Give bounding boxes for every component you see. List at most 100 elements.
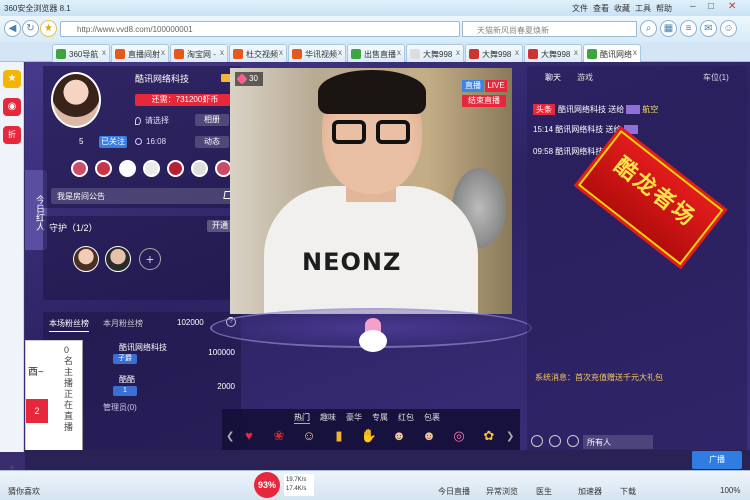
guess-like-link[interactable]: 猜你喜欢 <box>8 486 40 497</box>
audience-select[interactable]: 所有人 <box>583 435 653 449</box>
medal-icon[interactable] <box>71 160 88 177</box>
address-bar[interactable]: http://www.vvd8.com/100000001 <box>60 21 460 37</box>
location[interactable]: 请选择 <box>135 115 169 126</box>
tab-dawu-3[interactable]: 大舞998 x <box>524 44 582 62</box>
beer-gift-icon[interactable]: ▮ <box>328 425 350 447</box>
medal-icon[interactable] <box>119 160 136 177</box>
guard-avatar[interactable] <box>73 246 99 272</box>
maximize-icon[interactable]: □ <box>708 1 714 12</box>
tab-close-icon[interactable]: x <box>338 48 342 57</box>
zoom-level[interactable]: 100% <box>720 486 740 495</box>
menu-help[interactable]: 帮助 <box>656 3 672 14</box>
tab-dawu-2[interactable]: 大舞998 x <box>465 44 523 62</box>
tab-kuxun-active[interactable]: 酷讯网络 x <box>583 44 641 62</box>
tab-close-icon[interactable]: x <box>102 48 106 57</box>
extension-icon[interactable]: ▦ <box>660 20 677 37</box>
back-icon[interactable]: ◀ <box>4 20 21 37</box>
rank-name[interactable]: 酷讯网络科技 <box>119 342 167 353</box>
tab-dawu-1[interactable]: 大舞998 x <box>406 44 464 62</box>
add-guard-icon[interactable]: + <box>139 248 161 270</box>
menu-view[interactable]: 查看 <box>593 3 609 14</box>
image-icon[interactable] <box>567 435 579 447</box>
gift-next-icon[interactable]: ❯ <box>506 431 514 442</box>
gift-tab-package[interactable]: 包裹 <box>424 412 440 423</box>
refresh-icon[interactable]: ↻ <box>22 20 39 37</box>
menu-file[interactable]: 文件 <box>572 3 588 14</box>
status-download[interactable]: 下载 <box>620 486 636 497</box>
gift-tab-fun[interactable]: 趣味 <box>320 412 336 423</box>
chat-tab-chat[interactable]: 聊天 <box>545 72 561 83</box>
status-accelerator[interactable]: 加速器 <box>578 486 602 497</box>
browser-statusbar: 猜你喜欢 今日直播 异常浏览 医生 加速器 下载 100% <box>0 470 750 500</box>
medal-icon[interactable] <box>143 160 160 177</box>
tab-taobao[interactable]: 淘宝网 - x <box>170 44 228 62</box>
weibo-icon[interactable]: ◉ <box>3 98 21 116</box>
tab-close-icon[interactable]: x <box>397 48 401 57</box>
popup-red-button[interactable]: 2 <box>26 399 48 423</box>
heart-gift-icon[interactable]: ♥ <box>238 425 260 447</box>
tab-sale-live[interactable]: 出售直播 x <box>347 44 405 62</box>
end-live-button[interactable]: 结束直播 <box>462 95 506 107</box>
live-video[interactable]: NEONZ 30 直播 LIVE 结束直播 <box>230 68 512 314</box>
tab-close-icon[interactable]: x <box>515 48 519 57</box>
chat-tab-parking[interactable]: 车位(1) <box>703 72 729 83</box>
search-icon[interactable]: ⌕ <box>640 20 657 37</box>
medal-icon[interactable] <box>167 160 184 177</box>
tab-month-rank[interactable]: 本月粉丝榜 <box>103 318 143 329</box>
status-doctor[interactable]: 医生 <box>536 486 552 497</box>
tab-close-icon[interactable]: x <box>279 48 283 57</box>
rose-gift-icon[interactable]: ❀ <box>268 425 290 447</box>
gift-prev-icon[interactable]: ❮ <box>226 431 234 442</box>
menu-tools[interactable]: 工具 <box>635 3 651 14</box>
memory-badge[interactable]: 93% <box>254 472 280 498</box>
follow-button[interactable]: 已关注 <box>99 136 127 148</box>
diamond-icon[interactable] <box>549 435 561 447</box>
lollipop-gift-icon[interactable]: ◎ <box>448 425 470 447</box>
tab-this-show-rank[interactable]: 本场粉丝榜 <box>49 318 89 332</box>
menu-favorites[interactable]: 收藏 <box>614 3 630 14</box>
tab-close-icon[interactable]: x <box>456 48 460 57</box>
host-avatar[interactable] <box>51 72 101 128</box>
medal-icon[interactable] <box>191 160 208 177</box>
hand-gift-icon[interactable]: ✋ <box>358 425 380 447</box>
chat-tab-game[interactable]: 游戏 <box>577 72 593 83</box>
list-icon[interactable]: ≡ <box>680 20 697 37</box>
gift-tab-hot[interactable]: 热门 <box>294 412 310 424</box>
tab-close-icon[interactable]: x <box>633 48 637 57</box>
medal-icon[interactable] <box>95 160 112 177</box>
tab-live-room[interactable]: 直播间射 x <box>111 44 169 62</box>
tab-social-video[interactable]: 杜交视频 x <box>229 44 287 62</box>
tab-favicon-icon <box>469 49 479 59</box>
tab-360-nav[interactable]: 360导航 x <box>52 44 110 62</box>
gift-tab-exclusive[interactable]: 专属 <box>372 412 388 423</box>
emoji-icon[interactable] <box>531 435 543 447</box>
wheat-gift-icon[interactable]: ✿ <box>478 425 500 447</box>
minimize-icon[interactable]: – <box>690 1 696 12</box>
discount-icon[interactable]: 折 <box>3 126 21 144</box>
gift-tab-luxury[interactable]: 豪华 <box>346 412 362 423</box>
kiss-gift-icon[interactable]: ☻ <box>388 425 410 447</box>
face-gift-icon[interactable]: ☺ <box>298 425 320 447</box>
couple-gift-icon[interactable]: ☻ <box>418 425 440 447</box>
guard-avatar[interactable] <box>105 246 131 272</box>
gift-tab-redpack[interactable]: 红包 <box>398 412 414 423</box>
tab-close-icon[interactable]: x <box>574 48 578 57</box>
status-live-today[interactable]: 今日直播 <box>438 486 470 497</box>
search-input[interactable]: 天猫新风尚春夏焕新 <box>462 21 637 37</box>
dynamic-button[interactable]: 动态 <box>195 136 229 148</box>
album-button[interactable]: 相册 <box>195 114 229 126</box>
tab-close-icon[interactable]: x <box>220 48 224 57</box>
user-icon[interactable]: ☺ <box>720 20 737 37</box>
broadcast-button[interactable]: 广播 <box>692 451 742 469</box>
room-notice[interactable]: 我是房间公告 <box>51 188 237 204</box>
close-icon[interactable]: ✕ <box>728 1 736 12</box>
rank-name[interactable]: 酷酷 <box>119 374 135 385</box>
tab-huaxun-video[interactable]: 华讯视频 x <box>288 44 346 62</box>
hearts-counter[interactable]: 30 <box>235 72 263 86</box>
status-abnormal[interactable]: 异常浏览 <box>486 486 518 497</box>
mail-icon[interactable]: ✉ <box>700 20 717 37</box>
favorites-star-icon[interactable]: ★ <box>3 70 21 88</box>
manager-count[interactable]: 管理员(0) <box>103 402 137 413</box>
favorite-star-icon[interactable]: ★ <box>40 20 57 37</box>
tab-close-icon[interactable]: x <box>161 48 165 57</box>
